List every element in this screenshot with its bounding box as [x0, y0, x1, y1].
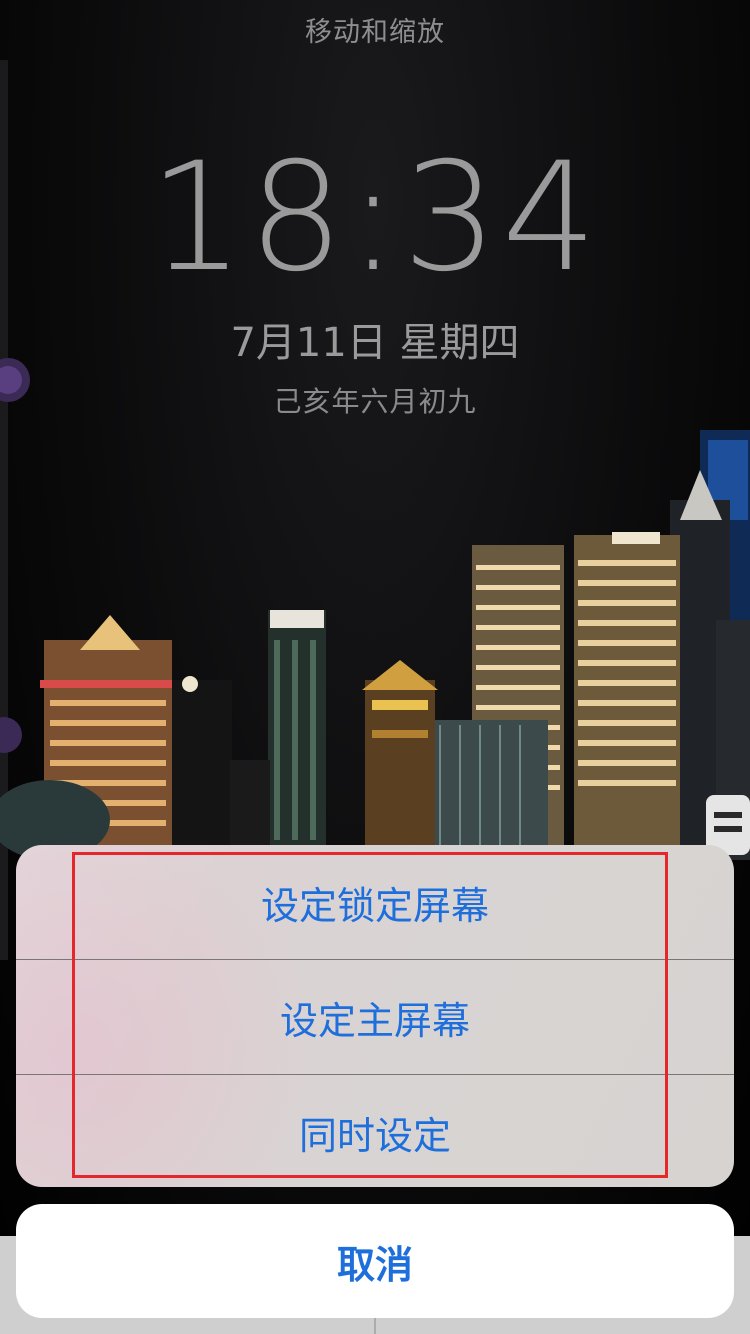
- set-home-screen-button[interactable]: 设定主屏幕: [16, 960, 734, 1074]
- lock-screen-lunar-date: 己亥年六月初九: [273, 385, 477, 418]
- wallpaper-action-sheet: 设定锁定屏幕 设定主屏幕 同时设定: [16, 845, 734, 1187]
- set-lock-screen-button[interactable]: 设定锁定屏幕: [16, 845, 734, 959]
- lock-screen-time: 18:34: [148, 131, 602, 305]
- set-both-button[interactable]: 同时设定: [16, 1075, 734, 1187]
- cancel-button[interactable]: 取消: [16, 1204, 734, 1318]
- lock-screen-date: 7月11日 星期四: [230, 320, 520, 366]
- move-and-scale-caption: 移动和缩放: [305, 17, 445, 48]
